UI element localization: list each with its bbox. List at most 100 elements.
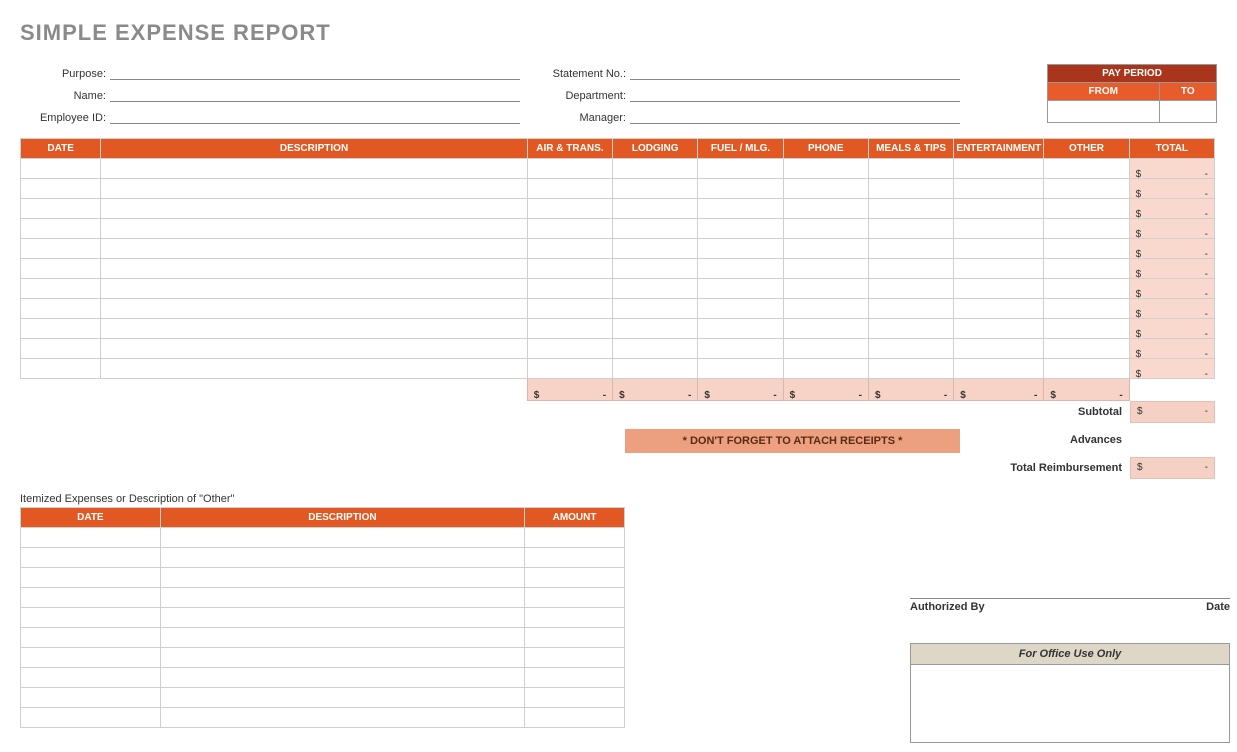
cell[interactable] (21, 339, 101, 359)
cell[interactable] (21, 668, 161, 688)
cell[interactable] (954, 279, 1044, 299)
cell[interactable] (954, 319, 1044, 339)
cell[interactable] (527, 239, 612, 259)
input-statement-no[interactable] (630, 64, 960, 80)
cell[interactable] (783, 299, 868, 319)
cell[interactable] (527, 319, 612, 339)
cell[interactable] (613, 219, 698, 239)
cell[interactable] (1044, 159, 1129, 179)
cell[interactable] (1044, 279, 1129, 299)
cell[interactable] (954, 179, 1044, 199)
cell[interactable] (783, 359, 868, 379)
cell[interactable] (783, 159, 868, 179)
cell[interactable] (21, 688, 161, 708)
cell[interactable] (21, 259, 101, 279)
cell[interactable] (613, 199, 698, 219)
cell[interactable] (101, 339, 527, 359)
cell[interactable] (527, 159, 612, 179)
cell[interactable] (525, 528, 625, 548)
cell[interactable] (160, 708, 524, 728)
cell[interactable] (21, 319, 101, 339)
cell[interactable] (160, 628, 524, 648)
cell[interactable] (525, 548, 625, 568)
cell[interactable] (160, 648, 524, 668)
cell[interactable] (613, 159, 698, 179)
cell[interactable] (954, 239, 1044, 259)
cell[interactable] (868, 319, 953, 339)
cell[interactable] (101, 239, 527, 259)
cell[interactable] (698, 239, 783, 259)
input-department[interactable] (630, 86, 960, 102)
cell[interactable] (525, 688, 625, 708)
cell[interactable] (1044, 299, 1129, 319)
pay-period-from-value[interactable] (1048, 101, 1160, 123)
cell[interactable] (21, 199, 101, 219)
cell[interactable] (21, 179, 101, 199)
cell[interactable] (698, 179, 783, 199)
cell[interactable] (698, 299, 783, 319)
cell[interactable] (868, 299, 953, 319)
cell[interactable] (698, 339, 783, 359)
cell[interactable] (525, 668, 625, 688)
cell[interactable] (783, 319, 868, 339)
cell[interactable] (101, 299, 527, 319)
cell[interactable] (954, 359, 1044, 379)
cell[interactable] (1044, 219, 1129, 239)
cell[interactable] (868, 239, 953, 259)
cell[interactable] (525, 608, 625, 628)
cell[interactable] (160, 528, 524, 548)
cell[interactable] (783, 199, 868, 219)
cell[interactable] (527, 359, 612, 379)
cell[interactable] (101, 179, 527, 199)
cell[interactable] (698, 219, 783, 239)
cell[interactable] (1044, 199, 1129, 219)
cell[interactable] (783, 239, 868, 259)
cell[interactable] (21, 219, 101, 239)
cell[interactable] (613, 319, 698, 339)
cell[interactable] (525, 708, 625, 728)
cell[interactable] (613, 359, 698, 379)
cell[interactable] (21, 359, 101, 379)
cell[interactable] (868, 359, 953, 379)
cell[interactable] (613, 279, 698, 299)
cell[interactable] (698, 319, 783, 339)
cell[interactable] (525, 568, 625, 588)
advances-value[interactable] (1130, 429, 1215, 451)
cell[interactable] (527, 299, 612, 319)
cell[interactable] (613, 299, 698, 319)
cell[interactable] (21, 159, 101, 179)
cell[interactable] (160, 608, 524, 628)
cell[interactable] (21, 299, 101, 319)
cell[interactable] (1044, 259, 1129, 279)
cell[interactable] (698, 359, 783, 379)
cell[interactable] (101, 359, 527, 379)
cell[interactable] (868, 179, 953, 199)
cell[interactable] (783, 179, 868, 199)
input-purpose[interactable] (110, 64, 520, 80)
cell[interactable] (160, 568, 524, 588)
cell[interactable] (954, 339, 1044, 359)
input-employee-id[interactable] (110, 108, 520, 124)
cell[interactable] (160, 688, 524, 708)
cell[interactable] (101, 279, 527, 299)
cell[interactable] (613, 259, 698, 279)
cell[interactable] (954, 219, 1044, 239)
input-name[interactable] (110, 86, 520, 102)
cell[interactable] (160, 548, 524, 568)
cell[interactable] (101, 259, 527, 279)
cell[interactable] (698, 159, 783, 179)
cell[interactable] (525, 628, 625, 648)
cell[interactable] (21, 239, 101, 259)
cell[interactable] (1044, 359, 1129, 379)
cell[interactable] (1044, 239, 1129, 259)
cell[interactable] (954, 259, 1044, 279)
cell[interactable] (160, 588, 524, 608)
cell[interactable] (783, 219, 868, 239)
cell[interactable] (527, 339, 612, 359)
cell[interactable] (101, 319, 527, 339)
cell[interactable] (1044, 319, 1129, 339)
cell[interactable] (954, 159, 1044, 179)
cell[interactable] (868, 279, 953, 299)
cell[interactable] (21, 568, 161, 588)
cell[interactable] (21, 528, 161, 548)
